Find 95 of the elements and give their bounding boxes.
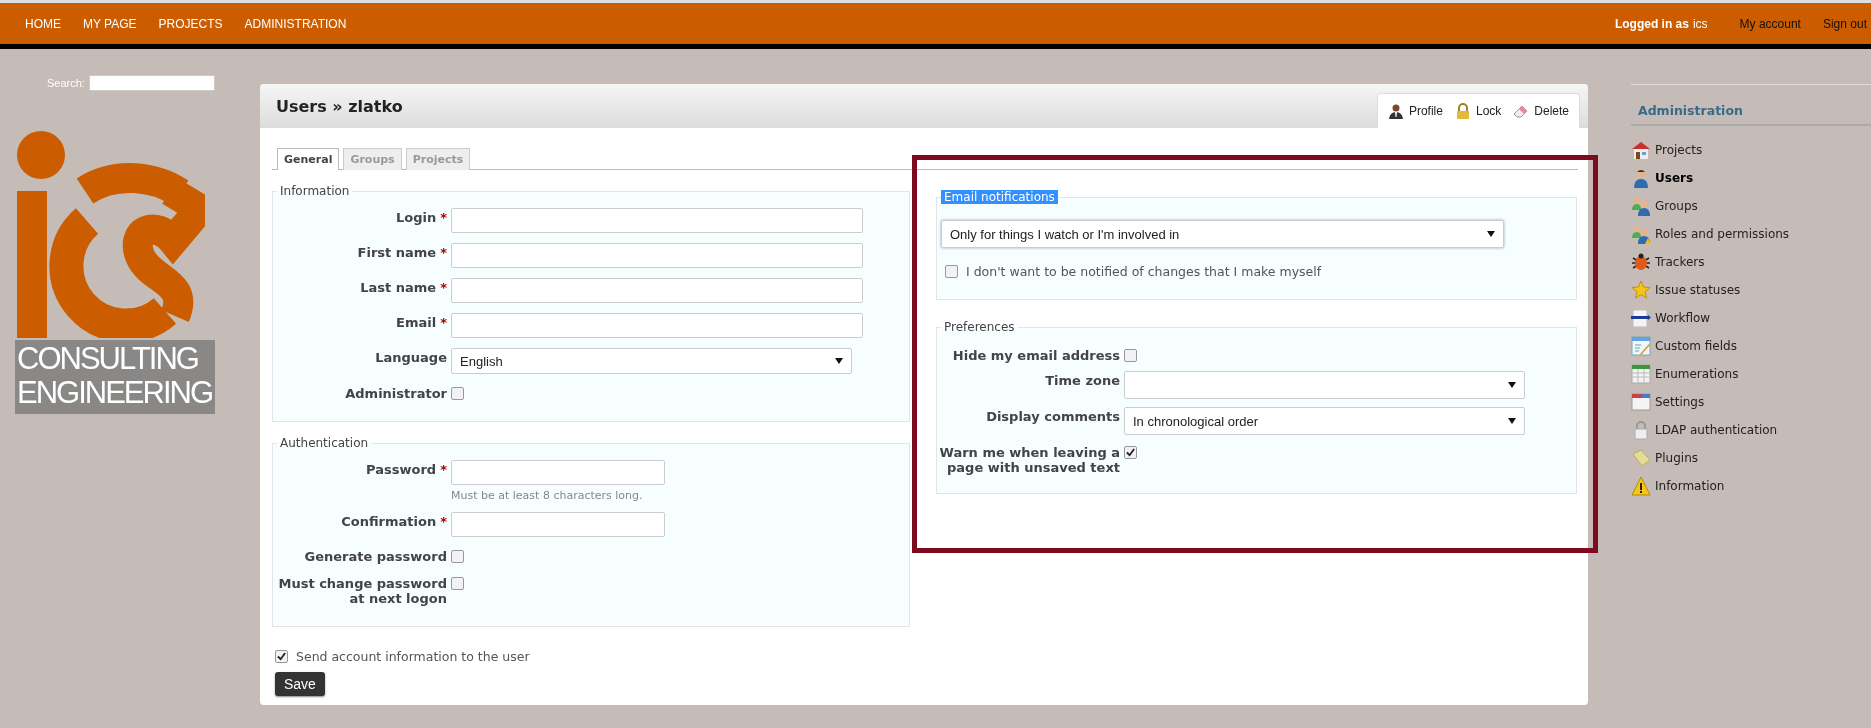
logo-text: CONSULTING — [17, 342, 199, 376]
required-mark: * — [440, 315, 447, 330]
sidebar-item[interactable]: Projects — [1631, 136, 1871, 164]
top-menu-link[interactable]: ADMINISTRATION — [244, 16, 347, 31]
sidebar-item[interactable]: Roles and permissions — [1631, 220, 1871, 248]
checkbox-label: Send account information to the user — [296, 649, 530, 664]
field-label: Hide my email address — [952, 348, 1120, 363]
text-field[interactable] — [451, 208, 863, 233]
caret-icon — [1508, 382, 1516, 388]
section-legend: Email notifications — [941, 190, 1058, 204]
sidebar-item[interactable]: Workflow — [1631, 304, 1871, 332]
tab[interactable]: General — [277, 148, 340, 170]
checkbox-label: I don't want to be notified of changes that I make myself — [966, 264, 1322, 279]
field-label: Email — [396, 315, 437, 330]
field-label: Language — [375, 350, 447, 365]
sidebar-item[interactable]: Groups — [1631, 192, 1871, 220]
checkbox[interactable] — [451, 577, 464, 590]
people-icon — [1631, 196, 1651, 216]
sidebar-item[interactable]: Information — [1631, 472, 1871, 500]
field-label: Warn me when leaving a page with unsaved text — [938, 445, 1120, 475]
sidebar-item[interactable]: Enumerations — [1631, 360, 1871, 388]
star-icon — [1631, 280, 1651, 300]
field-label: Confirmation — [341, 514, 437, 529]
logged-in-label: Logged in as — [1614, 16, 1689, 31]
field-label: Last name — [360, 280, 437, 295]
book-icon — [1631, 448, 1651, 468]
text-field[interactable] — [451, 512, 665, 537]
field-label: First name — [357, 245, 437, 260]
text-field[interactable] — [451, 243, 863, 268]
checkbox[interactable] — [1124, 446, 1137, 459]
sidebar-item[interactable]: Custom fields — [1631, 332, 1871, 360]
window-icon — [1631, 392, 1651, 412]
sidebar-item[interactable]: Settings — [1631, 388, 1871, 416]
person-icon — [1387, 103, 1404, 119]
sidebar-title: Administration — [1631, 85, 1871, 126]
required-mark: * — [440, 514, 447, 529]
checkbox[interactable] — [451, 550, 464, 563]
required-mark: * — [440, 245, 447, 260]
top-menu-link[interactable]: MY PAGE — [83, 16, 137, 31]
page-title: Users » zlatko — [276, 96, 403, 116]
logged-in-user[interactable]: ics — [1692, 16, 1708, 31]
house-icon — [1631, 140, 1651, 160]
field-label: Password — [366, 462, 437, 477]
action-link[interactable]: Profile — [1387, 103, 1443, 119]
text-field[interactable] — [451, 278, 863, 303]
field-label: Display comments — [986, 409, 1120, 424]
field-hint: Must be at least 8 characters long. — [451, 489, 644, 502]
select-field[interactable]: Only for things I watch or I'm involved in — [941, 220, 1504, 248]
padlock-icon — [1631, 420, 1651, 440]
warning-icon — [1631, 476, 1651, 496]
field-label: Must change password at next logon — [277, 576, 447, 606]
account-link[interactable]: My account — [1739, 16, 1801, 31]
field-label: Administrator — [345, 386, 447, 401]
save-button[interactable]: Save — [275, 672, 325, 696]
eraser-icon — [1513, 103, 1530, 119]
sidebar-item[interactable]: Users — [1631, 164, 1871, 192]
top-menu-link[interactable]: HOME — [25, 16, 61, 31]
action-link[interactable]: Delete — [1513, 103, 1569, 119]
required-mark: * — [440, 210, 447, 225]
sidebar-item[interactable]: Plugins — [1631, 444, 1871, 472]
caret-icon — [1487, 231, 1495, 237]
field-label: Login — [395, 210, 437, 225]
required-mark: * — [440, 462, 447, 477]
sidebar-item[interactable]: Issue statuses — [1631, 276, 1871, 304]
sidebar-item[interactable]: LDAP authentication — [1631, 416, 1871, 444]
checkbox[interactable] — [275, 650, 288, 663]
section-legend: Preferences — [941, 320, 1018, 334]
field-label: Time zone — [1045, 373, 1120, 388]
caret-icon — [1508, 418, 1516, 424]
select-field[interactable]: In chronological order — [1124, 407, 1525, 435]
action-link[interactable]: Lock — [1454, 103, 1502, 119]
sidebar-item[interactable]: Trackers — [1631, 248, 1871, 276]
search-field[interactable] — [88, 75, 215, 91]
top-menu-link[interactable]: PROJECTS — [158, 16, 223, 31]
caret-icon — [835, 358, 843, 364]
checkbox[interactable] — [1124, 349, 1137, 362]
account-link[interactable]: Sign out — [1822, 16, 1867, 31]
checkbox[interactable] — [451, 387, 464, 400]
section-legend: Authentication — [277, 436, 372, 450]
select-field[interactable] — [1124, 371, 1525, 399]
logo-text: ENGINEERING — [17, 376, 213, 410]
checkbox[interactable] — [945, 265, 958, 278]
section-legend: Information — [277, 184, 353, 198]
field-label: Generate password — [304, 549, 447, 564]
lock-icon — [1454, 103, 1471, 119]
required-mark: * — [440, 280, 447, 295]
bug-icon — [1631, 252, 1651, 272]
people-warning-icon — [1631, 224, 1651, 244]
person-icon — [1631, 168, 1651, 188]
select-field[interactable]: English — [451, 348, 852, 374]
text-field[interactable] — [451, 460, 665, 485]
table-icon — [1631, 364, 1651, 384]
search-label: Search: — [47, 77, 85, 89]
form-pencil-icon — [1631, 336, 1651, 356]
text-field[interactable] — [451, 313, 863, 338]
